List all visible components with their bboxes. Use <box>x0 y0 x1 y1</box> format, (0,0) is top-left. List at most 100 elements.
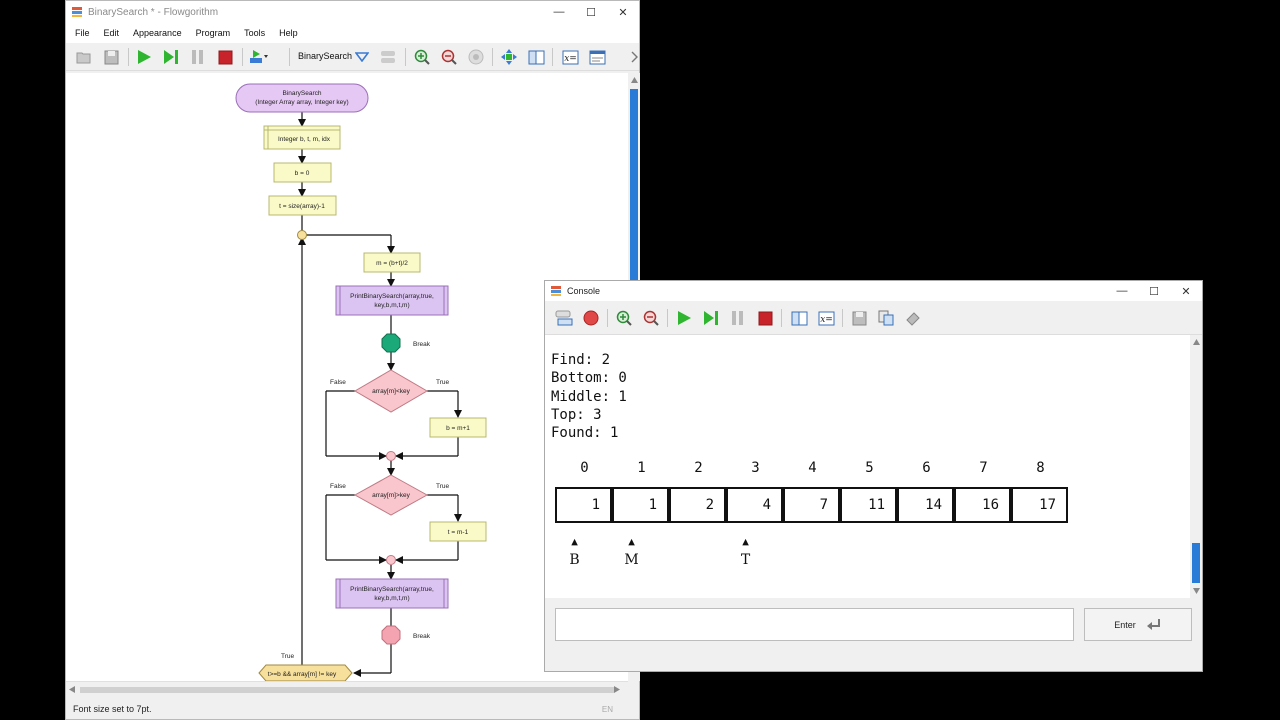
canvas-vertical-scroll-thumb[interactable] <box>630 89 638 289</box>
canvas-horizontal-scrollbar[interactable] <box>66 681 628 697</box>
array-index-label: 4 <box>808 460 817 476</box>
menu-edit[interactable]: Edit <box>104 28 120 38</box>
console-window-icon[interactable] <box>587 47 607 67</box>
function-selector[interactable]: BinarySearch <box>298 51 352 61</box>
array-cell: 4 <box>726 487 783 523</box>
call1-line2: key,b,m,t,m) <box>374 302 409 309</box>
pointer-label: M <box>624 552 639 568</box>
loop-true-label: True <box>281 653 295 660</box>
maximize-icon[interactable]: ☐ <box>1138 281 1170 301</box>
enter-button[interactable]: Enter <box>1084 608 1192 641</box>
array-index-label: 3 <box>751 460 760 476</box>
if1-merge <box>386 451 396 461</box>
run-speed-icon[interactable] <box>249 47 269 67</box>
zoom-in-icon[interactable] <box>412 47 432 67</box>
function-manager-icon[interactable] <box>378 47 398 67</box>
zoom-in-icon[interactable] <box>614 308 634 328</box>
console-vertical-scrollbar[interactable] <box>1190 335 1202 598</box>
pointer-arrow-icon: ▲ <box>571 535 578 548</box>
assign-t-text: t = size(array)-1 <box>279 203 325 210</box>
console-window: Console — ☐ ✕ x= Find: 2 Bottom: 0 Middl… <box>544 280 1203 672</box>
array-pointer: ▲ T <box>717 535 774 569</box>
pan-icon[interactable] <box>499 47 519 67</box>
language-indicator: EN <box>601 704 613 714</box>
run-icon[interactable] <box>134 47 154 67</box>
enter-button-label: Enter <box>1114 619 1136 630</box>
call2-shape <box>335 578 449 609</box>
minimize-icon[interactable]: — <box>1106 281 1138 301</box>
menu-appearance[interactable]: Appearance <box>133 28 182 38</box>
output-line-middle: Middle: 1 <box>551 388 627 405</box>
chevron-down-icon[interactable] <box>352 47 372 67</box>
stop-icon[interactable] <box>755 308 775 328</box>
start-terminal <box>235 83 369 113</box>
break2-label: Break <box>413 633 431 640</box>
menu-file[interactable]: File <box>75 28 90 38</box>
console-text-lines: Find: 2 Bottom: 0 Middle: 1 Top: 3 Found… <box>551 351 627 442</box>
console-output[interactable]: Find: 2 Bottom: 0 Middle: 1 Top: 3 Found… <box>545 335 1190 598</box>
start-terminal-name: BinarySearch <box>282 90 321 97</box>
run-icon[interactable] <box>674 308 694 328</box>
save-icon[interactable] <box>101 47 121 67</box>
step-icon[interactable] <box>161 47 181 67</box>
menu-program[interactable]: Program <box>196 28 231 38</box>
main-titlebar[interactable]: BinarySearch * - Flowgorithm — ☐ ✕ <box>66 1 639 23</box>
call1-shape <box>335 285 449 316</box>
open-folder-icon[interactable] <box>74 47 94 67</box>
layout-windows-icon[interactable] <box>526 47 546 67</box>
status-bar: Font size set to 7pt. EN <box>66 699 639 719</box>
array-cell: 11 <box>840 487 897 523</box>
if1-condition: array[m]<key <box>372 388 410 395</box>
svg-text:x=: x= <box>820 315 833 325</box>
array-cell: 16 <box>954 487 1011 523</box>
console-titlebar[interactable]: Console — ☐ ✕ <box>545 281 1202 301</box>
zoom-reset-icon[interactable] <box>466 47 486 67</box>
pause-icon[interactable] <box>188 47 208 67</box>
close-icon[interactable]: ✕ <box>607 1 639 23</box>
pause-icon[interactable] <box>728 308 748 328</box>
stop-icon[interactable] <box>215 47 235 67</box>
menu-tools[interactable]: Tools <box>244 28 265 38</box>
output-mode-icon[interactable] <box>554 308 574 328</box>
record-icon[interactable] <box>581 308 601 328</box>
array-cell: 17 <box>1011 487 1068 523</box>
copy-icon[interactable] <box>876 308 896 328</box>
array-pointer: ▲ M <box>603 535 660 569</box>
array-index-label: 5 <box>865 460 874 476</box>
declare-text: Integer b, t, m, idx <box>278 136 331 143</box>
menu-help[interactable]: Help <box>279 28 298 38</box>
zoom-out-icon[interactable] <box>439 47 459 67</box>
pointer-arrow-icon: ▲ <box>742 535 749 548</box>
console-title: Console <box>567 286 601 296</box>
break1-octagon <box>381 333 401 353</box>
if2-merge <box>386 555 396 565</box>
maximize-icon[interactable]: ☐ <box>575 1 607 23</box>
layout-windows-icon[interactable] <box>789 308 809 328</box>
zoom-out-icon[interactable] <box>641 308 661 328</box>
array-pointer: ▲ B <box>546 535 603 569</box>
variable-watch-icon[interactable]: x= <box>816 308 836 328</box>
close-icon[interactable]: ✕ <box>1170 281 1202 301</box>
pointer-label: B <box>569 552 580 568</box>
variable-watch-icon[interactable]: x= <box>560 47 580 67</box>
step-icon[interactable] <box>701 308 721 328</box>
desktop: BinarySearch * - Flowgorithm — ☐ ✕ File … <box>0 0 1280 720</box>
array-cell: 1 <box>612 487 669 523</box>
if2-condition: array[m]>key <box>372 492 410 499</box>
save-icon[interactable] <box>849 308 869 328</box>
console-input-field[interactable] <box>555 608 1074 641</box>
svg-text:x=: x= <box>564 54 577 64</box>
main-toolbar: BinarySearch x= <box>66 43 639 71</box>
canvas-horizontal-scroll-thumb[interactable] <box>80 687 614 693</box>
minimize-icon[interactable]: — <box>543 1 575 23</box>
output-line-find: Find: 2 <box>551 352 611 368</box>
clear-icon[interactable] <box>903 308 923 328</box>
output-line-bottom: Bottom: 0 <box>551 370 627 387</box>
console-scroll-thumb[interactable] <box>1192 543 1200 583</box>
menu-bar: File Edit Appearance Program Tools Help <box>66 23 639 43</box>
chevron-right-icon[interactable] <box>624 47 644 67</box>
scroll-up-icon <box>631 77 638 83</box>
if2-false-label: False <box>330 483 346 490</box>
array-index-label: 7 <box>979 460 988 476</box>
pointer-arrow-icon: ▲ <box>628 535 635 548</box>
